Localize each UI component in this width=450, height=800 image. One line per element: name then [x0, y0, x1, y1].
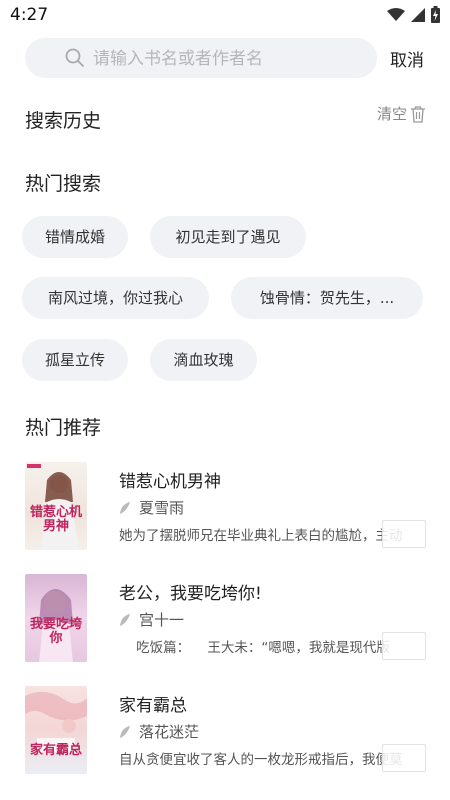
book-cover[interactable]: 家有霸总 [25, 686, 87, 774]
trash-icon [411, 105, 425, 123]
book-tag-box [382, 744, 426, 772]
cover-figure-icon [25, 691, 87, 752]
signal-icon [411, 7, 425, 22]
feather-icon [120, 613, 130, 626]
status-time: 4:27 [10, 5, 49, 25]
book-desc: 吃饭篇： 王大未：“嗯嗯，我就是现代版 [119, 640, 390, 656]
hot-search-title: 热门搜索 [25, 173, 102, 195]
book-item[interactable]: 错惹心机男神 错惹心机男神 夏雪雨 她为了摆脱师兄在毕业典礼上表白的尴尬，主动 [0, 462, 450, 562]
book-title: 家有霸总 [119, 696, 187, 716]
book-item[interactable]: 家有霸总 家有霸总 落花迷茫 自从贪便宜收了客人的一枚龙形戒指后，我便莫 [0, 686, 450, 786]
search-icon [65, 48, 84, 67]
wifi-icon [387, 7, 405, 21]
cover-title: 我要吃垮你 [29, 617, 82, 646]
cancel-button[interactable]: 取消 [390, 46, 424, 71]
clear-label: 清空 [376, 105, 407, 123]
book-cover[interactable]: 错惹心机男神 [25, 462, 87, 550]
book-desc: 自从贪便宜收了客人的一枚龙形戒指后，我便莫 [119, 752, 403, 768]
hot-search-tag[interactable]: 蚀骨情：贺先生，... [231, 277, 423, 319]
clear-history-button[interactable]: 清空 [377, 103, 426, 124]
hot-search-tag[interactable]: 初见走到了遇见 [150, 216, 306, 258]
hot-search-tag[interactable]: 南风过境，你过我心 [22, 277, 209, 319]
search-row: 取消 [0, 36, 450, 80]
battery-icon [431, 6, 440, 23]
book-cover[interactable]: 我要吃垮你 [25, 574, 87, 662]
book-title: 错惹心机男神 [119, 472, 221, 492]
cover-title: 家有霸总 [29, 743, 82, 758]
book-author-row: 夏雪雨 [119, 497, 184, 518]
book-title: 老公，我要吃垮你! [119, 584, 262, 604]
status-icons [387, 6, 440, 23]
hot-recommend-title: 热门推荐 [25, 417, 102, 439]
cover-title: 错惹心机男神 [29, 505, 82, 534]
search-input[interactable] [91, 38, 365, 80]
book-tag-box [382, 632, 426, 660]
book-author-row: 宫十一 [119, 609, 184, 630]
hot-search-tag[interactable]: 滴血玫瑰 [150, 339, 257, 381]
book-desc: 她为了摆脱师兄在毕业典礼上表白的尴尬，主动 [119, 528, 403, 544]
book-author: 落花迷茫 [139, 723, 200, 741]
book-author: 夏雪雨 [139, 499, 185, 517]
hot-search-tag[interactable]: 错情成婚 [22, 216, 128, 258]
book-author: 宫十一 [139, 611, 185, 629]
book-item[interactable]: 我要吃垮你 老公，我要吃垮你! 宫十一 吃饭篇： 王大未：“嗯嗯，我就是现代版 [0, 574, 450, 674]
book-tag-box [382, 520, 426, 548]
status-bar: 4:27 [0, 0, 450, 30]
book-author-row: 落花迷茫 [119, 721, 199, 742]
search-history-title: 搜索历史 [25, 110, 102, 132]
feather-icon [120, 501, 130, 514]
search-box[interactable] [25, 38, 377, 80]
hot-search-tag[interactable]: 孤星立传 [22, 339, 128, 381]
feather-icon [120, 725, 130, 738]
